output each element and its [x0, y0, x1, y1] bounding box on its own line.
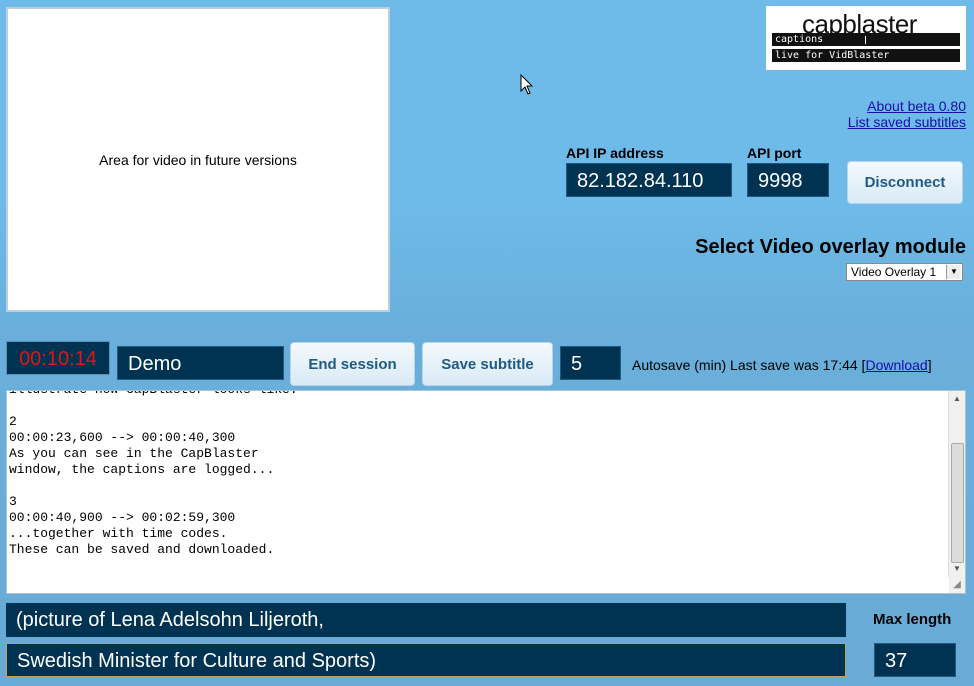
caption-line-1-input[interactable]: (picture of Lena Adelsohn Liljeroth,: [6, 603, 846, 637]
list-saved-subtitles-link[interactable]: List saved subtitles: [848, 114, 966, 130]
end-session-button[interactable]: End session: [290, 342, 415, 386]
scroll-down-icon[interactable]: ▼: [949, 561, 965, 577]
about-link[interactable]: About beta 0.80: [867, 98, 966, 114]
editor-scrollbar[interactable]: ▲ ▼: [948, 391, 965, 577]
capblaster-logo: capblaster captions live for VidBlaster: [766, 6, 966, 70]
logo-line-1: captions: [772, 33, 960, 46]
overlay-heading: Select Video overlay module: [695, 236, 966, 258]
api-ip-label: API IP address: [566, 145, 664, 161]
autosave-text: Autosave (min) Last save was 17:44 [: [632, 357, 866, 373]
video-placeholder-text: Area for video in future versions: [99, 151, 297, 168]
api-ip-input[interactable]: 82.182.84.110: [566, 163, 732, 197]
chevron-down-icon: ▼: [946, 265, 961, 279]
session-name-input[interactable]: Demo: [117, 346, 284, 380]
subtitle-editor[interactable]: illustrate how CapBlaster looks like. 2 …: [6, 390, 966, 594]
autosave-minutes-input[interactable]: 5: [560, 346, 621, 380]
session-timer: 00:10:14: [6, 341, 110, 375]
max-length-value: 37: [874, 643, 956, 677]
overlay-module-select[interactable]: Video Overlay 1 ▼: [846, 263, 963, 281]
autosave-close: ]: [927, 357, 932, 373]
mouse-pointer-icon: [520, 74, 534, 95]
download-link[interactable]: Download: [865, 357, 927, 373]
overlay-selected-value: Video Overlay 1: [851, 265, 937, 279]
api-port-input[interactable]: 9998: [747, 163, 829, 197]
save-subtitle-button[interactable]: Save subtitle: [422, 342, 553, 386]
caption-line-2-input[interactable]: Swedish Minister for Culture and Sports): [6, 643, 846, 677]
subtitle-editor-text: illustrate how CapBlaster looks like. 2 …: [9, 391, 298, 557]
api-port-label: API port: [747, 145, 802, 161]
scroll-thumb[interactable]: [951, 443, 964, 563]
video-area: Area for video in future versions: [6, 7, 390, 312]
scroll-up-icon[interactable]: ▲: [949, 391, 965, 407]
resize-handle-icon[interactable]: ◢: [949, 577, 965, 593]
logo-line-2: live for VidBlaster: [772, 49, 960, 62]
max-length-label: Max length: [873, 611, 952, 628]
autosave-status: Autosave (min) Last save was 17:44 [Down…: [632, 357, 932, 373]
disconnect-button[interactable]: Disconnect: [847, 161, 963, 204]
